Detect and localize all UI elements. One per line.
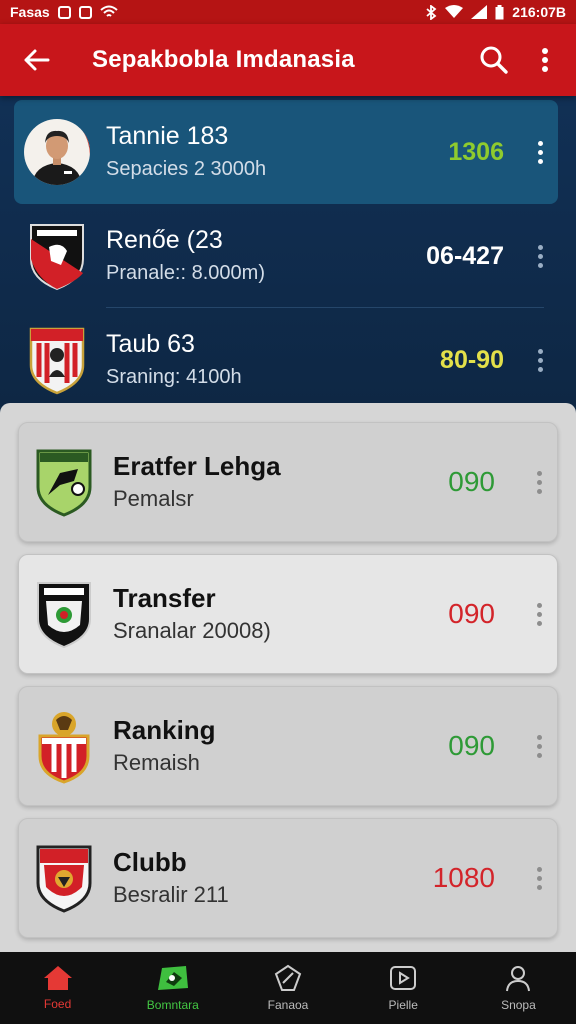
card-subtitle: Sranalar 20008) <box>113 618 271 643</box>
club-crest-icon <box>31 446 97 518</box>
card-subtitle: Remaish <box>113 750 200 775</box>
nav-profile[interactable]: Snopa <box>461 952 576 1024</box>
card-value: 090 <box>448 466 495 497</box>
search-button[interactable] <box>466 24 522 96</box>
status-time: 216:07B <box>512 4 566 20</box>
more-options-button[interactable] <box>521 589 557 639</box>
nav-video[interactable]: Pielle <box>346 952 461 1024</box>
card-value: 090 <box>448 730 495 761</box>
nav-label: Bomntara <box>146 998 199 1012</box>
card-subtitle: Besralir 211 <box>113 882 229 907</box>
nav-home[interactable]: Foed <box>0 952 115 1024</box>
card-item[interactable]: Transfer Sranalar 20008) 090 <box>18 554 558 674</box>
item-title: Taub 63 <box>106 330 195 358</box>
profile-icon <box>506 966 531 992</box>
app-title: Sepakbobla Imdanasia <box>92 46 355 73</box>
list-item[interactable]: Taub 63 Sraning: 4100h 80-90 <box>14 308 558 412</box>
more-options-button[interactable] <box>521 853 557 903</box>
item-value: 1306 <box>448 137 504 166</box>
notification-icon-2 <box>78 5 92 19</box>
item-subtitle: Sepacies 2 3000h <box>106 158 267 180</box>
nav-label: Fanaoa <box>267 998 309 1012</box>
nav-label: Snopa <box>501 998 536 1012</box>
play-box-icon <box>390 966 417 990</box>
club-crest-icon <box>24 324 90 396</box>
club-crest-icon <box>31 578 97 650</box>
nav-label: Pielle <box>388 998 418 1012</box>
wifi-notification-icon <box>100 5 118 17</box>
card-item[interactable]: Eratfer Lehga Pemalsr 090 <box>18 422 558 542</box>
more-options-button[interactable] <box>521 721 557 771</box>
app-bar: Sepakbobla Imdanasia <box>0 24 576 96</box>
more-vertical-icon <box>542 48 548 72</box>
card-item[interactable]: Clubb Besralir 211 1080 <box>18 818 558 938</box>
card-subtitle: Pemalsr <box>113 486 194 511</box>
search-icon <box>480 46 508 74</box>
list-item[interactable]: Tannie 183 Sepacies 2 3000h 1306 <box>14 100 558 204</box>
wifi-icon <box>445 5 464 18</box>
bottom-navigation: Foed Bomntara Fanaoa Pielle Snopa <box>0 952 576 1024</box>
item-title: Renőe (23 <box>106 226 223 254</box>
compass-icon <box>274 964 302 991</box>
card-title: Eratfer Lehga <box>113 451 281 481</box>
signal-icon <box>471 5 488 19</box>
item-subtitle: Pranale:: 8.000m) <box>106 262 265 284</box>
overflow-menu-button[interactable] <box>522 24 568 96</box>
battery-icon <box>495 4 504 19</box>
item-value: 06-427 <box>426 241 504 270</box>
nav-explore[interactable]: Fanaoa <box>230 952 345 1024</box>
item-title: Tannie 183 <box>106 122 229 150</box>
home-icon <box>43 966 72 990</box>
card-item[interactable]: Ranking Remaish 090 <box>18 686 558 806</box>
bluetooth-icon <box>426 4 437 20</box>
card-title: Transfer <box>113 583 216 613</box>
card-title: Ranking <box>113 715 216 745</box>
status-bar: Fasas 216:07B <box>0 0 576 24</box>
ball-icon <box>157 966 188 990</box>
item-value: 80-90 <box>440 345 504 374</box>
club-crest-icon <box>31 842 97 914</box>
more-options-button[interactable] <box>522 127 558 177</box>
status-app-text: Fasas <box>10 4 50 20</box>
player-avatar <box>24 119 90 185</box>
club-crest-icon <box>31 710 97 784</box>
notification-icon <box>57 5 71 19</box>
list-item[interactable]: Renőe (23 Pranale:: 8.000m) 06-427 <box>14 204 558 308</box>
more-options-button[interactable] <box>522 335 558 385</box>
card-list: Eratfer Lehga Pemalsr 090 Transfer Srana… <box>0 403 576 953</box>
card-title: Clubb <box>113 847 187 877</box>
card-value: 1080 <box>432 862 495 893</box>
more-options-button[interactable] <box>522 231 558 281</box>
card-value: 090 <box>448 598 495 629</box>
nav-matches[interactable]: Bomntara <box>115 952 230 1024</box>
club-crest-icon <box>24 220 90 292</box>
nav-label: Foed <box>43 997 72 1011</box>
top-list: Tannie 183 Sepacies 2 3000h 1306 Renőe (… <box>0 96 576 406</box>
more-options-button[interactable] <box>521 457 557 507</box>
item-subtitle: Sraning: 4100h <box>106 366 242 388</box>
